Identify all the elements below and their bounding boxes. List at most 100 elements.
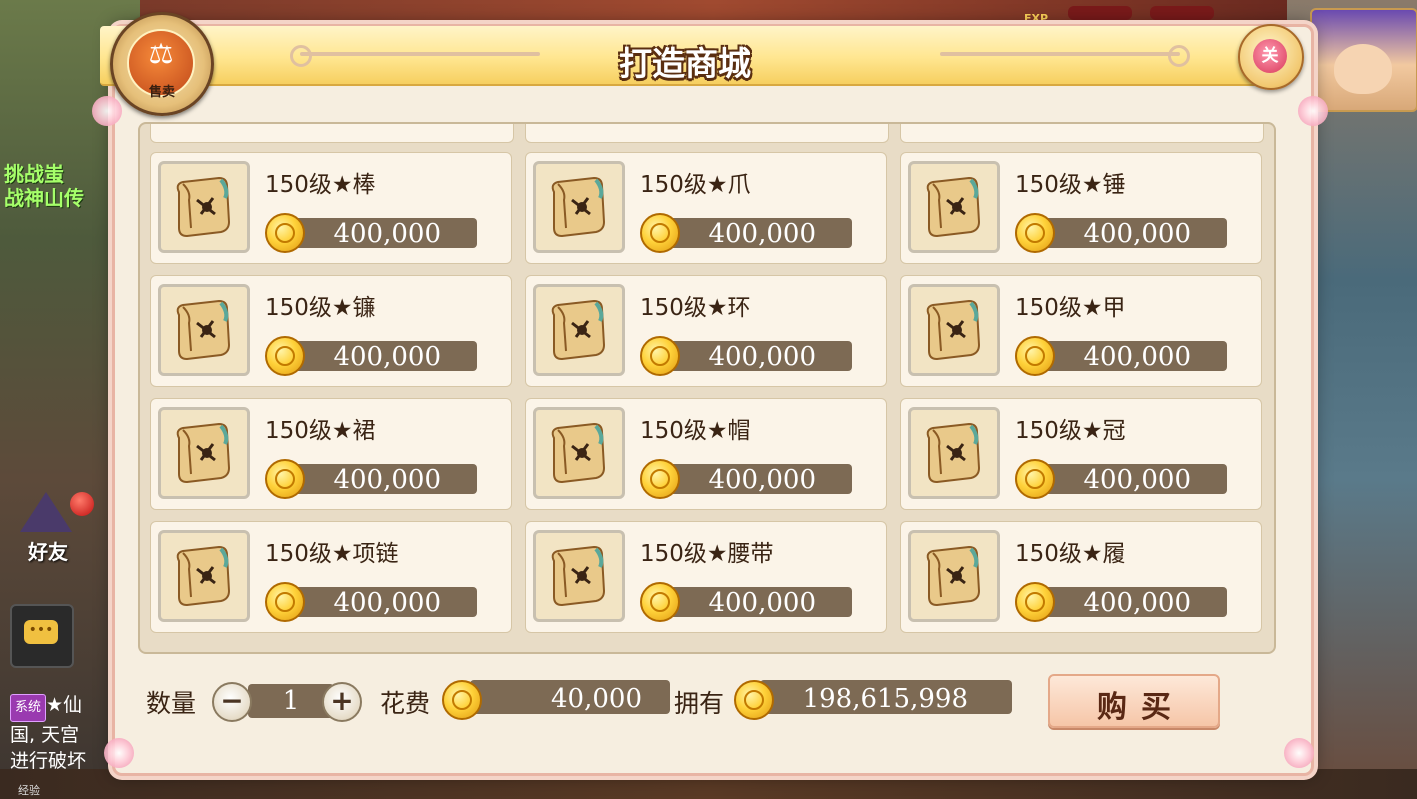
wizard-hat-icon bbox=[20, 492, 72, 532]
item-price-bar: 400,000 bbox=[666, 464, 852, 495]
gold-coin-icon bbox=[640, 459, 680, 499]
item-price-bar: 400,000 bbox=[666, 218, 852, 249]
shop-item-card[interactable]: 150级★锤 400,000 bbox=[900, 152, 1262, 264]
item-price-bar: 400,000 bbox=[291, 464, 477, 495]
quantity-increase-button[interactable]: + bbox=[322, 682, 362, 722]
owned-value-bar: 198,615,998 bbox=[760, 680, 1012, 714]
gold-coin-icon bbox=[265, 459, 305, 499]
gold-coin-icon bbox=[1015, 459, 1055, 499]
flower-decoration bbox=[1298, 96, 1328, 126]
owned-label: 拥有 bbox=[674, 689, 725, 718]
item-price-bar: 400,000 bbox=[666, 587, 852, 618]
item-price-bar: 400,000 bbox=[1041, 341, 1227, 372]
chat-bubble-icon: ••• bbox=[24, 620, 58, 644]
shop-item-card[interactable]: 150级★帽 400,000 bbox=[525, 398, 887, 510]
gold-coin-icon bbox=[265, 213, 305, 253]
item-price-bar: 400,000 bbox=[291, 341, 477, 372]
item-name: 150级★锤 bbox=[1015, 172, 1126, 198]
shop-item-card[interactable]: 150级★环 400,000 bbox=[525, 275, 887, 387]
shop-item-card[interactable]: 150级★冠 400,000 bbox=[900, 398, 1262, 510]
item-name: 150级★棒 bbox=[265, 172, 376, 198]
chat-button[interactable]: ••• bbox=[10, 604, 74, 668]
challenge-quest-text[interactable]: 挑战蚩 战神山传 bbox=[4, 162, 84, 210]
sell-label: 售卖 bbox=[148, 85, 175, 100]
item-price: 400,000 bbox=[1083, 219, 1191, 249]
gold-coin-icon bbox=[734, 680, 774, 720]
item-card-partial bbox=[525, 124, 889, 143]
shop-item-card[interactable]: 150级★腰带 400,000 bbox=[525, 521, 887, 633]
item-price: 400,000 bbox=[333, 588, 441, 618]
item-price: 400,000 bbox=[1083, 588, 1191, 618]
item-price: 400,000 bbox=[708, 465, 816, 495]
shop-item-card[interactable]: 150级★裙 400,000 bbox=[150, 398, 512, 510]
item-price-bar: 400,000 bbox=[666, 341, 852, 372]
armor-scroll-icon bbox=[158, 407, 250, 499]
gold-coin-icon bbox=[265, 582, 305, 622]
hud-bar bbox=[1150, 6, 1214, 20]
armor-scroll-icon bbox=[533, 407, 625, 499]
owned-value: 198,615,998 bbox=[802, 684, 968, 714]
item-price: 400,000 bbox=[333, 342, 441, 372]
shop-item-card[interactable]: 150级★爪 400,000 bbox=[525, 152, 887, 264]
avatar-face bbox=[1334, 44, 1392, 94]
item-price-bar: 400,000 bbox=[291, 587, 477, 618]
gold-coin-icon bbox=[640, 582, 680, 622]
quantity-label: 数量 bbox=[146, 689, 197, 718]
item-name: 150级★环 bbox=[640, 295, 751, 321]
hud-bar bbox=[1068, 6, 1132, 20]
shop-item-card[interactable]: 150级★镰 400,000 bbox=[150, 275, 512, 387]
gold-coin-icon bbox=[442, 680, 482, 720]
scale-icon: ⚖ bbox=[148, 37, 174, 70]
weapon-scroll-icon bbox=[158, 161, 250, 253]
item-card-partial bbox=[900, 124, 1264, 143]
shop-item-card[interactable]: 150级★项链 400,000 bbox=[150, 521, 512, 633]
weapon-scroll-icon bbox=[158, 284, 250, 376]
cost-value: 40,000 bbox=[551, 684, 642, 714]
system-tag: 系统 bbox=[10, 694, 47, 722]
shop-item-card[interactable]: 150级★履 400,000 bbox=[900, 521, 1262, 633]
accessory-scroll-icon bbox=[533, 530, 625, 622]
item-name: 150级★腰带 bbox=[640, 541, 774, 567]
gold-coin-icon bbox=[1015, 582, 1055, 622]
accessory-scroll-icon bbox=[908, 530, 1000, 622]
weapon-scroll-icon bbox=[533, 161, 625, 253]
item-price: 400,000 bbox=[708, 588, 816, 618]
gold-coin-icon bbox=[265, 336, 305, 376]
shop-item-card[interactable]: 150级★棒 400,000 bbox=[150, 152, 512, 264]
shop-item-card[interactable]: 150级★甲 400,000 bbox=[900, 275, 1262, 387]
gold-coin-icon bbox=[1015, 336, 1055, 376]
item-name: 150级★爪 bbox=[640, 172, 751, 198]
weapon-scroll-icon bbox=[908, 161, 1000, 253]
player-avatar[interactable] bbox=[1310, 8, 1417, 112]
close-button[interactable]: 关 bbox=[1238, 24, 1304, 90]
flower-decoration bbox=[1284, 738, 1314, 768]
item-price: 400,000 bbox=[333, 219, 441, 249]
item-name: 150级★帽 bbox=[640, 418, 751, 444]
item-price: 400,000 bbox=[1083, 465, 1191, 495]
item-name: 150级★甲 bbox=[1015, 295, 1126, 321]
sell-button[interactable]: ⚖ 售卖 bbox=[110, 12, 214, 116]
item-name: 150级★镰 bbox=[265, 295, 376, 321]
flower-decoration bbox=[92, 96, 122, 126]
item-price-bar: 400,000 bbox=[291, 218, 477, 249]
item-price-bar: 400,000 bbox=[1041, 218, 1227, 249]
flower-decoration bbox=[104, 738, 134, 768]
buy-button[interactable]: 购买 bbox=[1048, 674, 1220, 728]
gold-coin-icon bbox=[640, 213, 680, 253]
friends-button[interactable]: 好友 bbox=[12, 492, 94, 570]
quantity-decrease-button[interactable]: − bbox=[212, 682, 252, 722]
item-grid[interactable]: 150级★棒 400,000 150级★爪 400,000 150级★锤 400,000 1… bbox=[138, 122, 1276, 654]
armor-scroll-icon bbox=[908, 407, 1000, 499]
item-name: 150级★裙 bbox=[265, 418, 376, 444]
title-bar: 打造商城 bbox=[100, 26, 1270, 86]
item-price-bar: 400,000 bbox=[1041, 464, 1227, 495]
item-price: 400,000 bbox=[1083, 342, 1191, 372]
friends-label: 好友 bbox=[28, 540, 68, 564]
item-name: 150级★履 bbox=[1015, 541, 1126, 567]
armor-scroll-icon bbox=[908, 284, 1000, 376]
item-price: 400,000 bbox=[708, 219, 816, 249]
item-price: 400,000 bbox=[708, 342, 816, 372]
notification-dot bbox=[70, 492, 94, 516]
item-name: 150级★项链 bbox=[265, 541, 399, 567]
accessory-scroll-icon bbox=[158, 530, 250, 622]
